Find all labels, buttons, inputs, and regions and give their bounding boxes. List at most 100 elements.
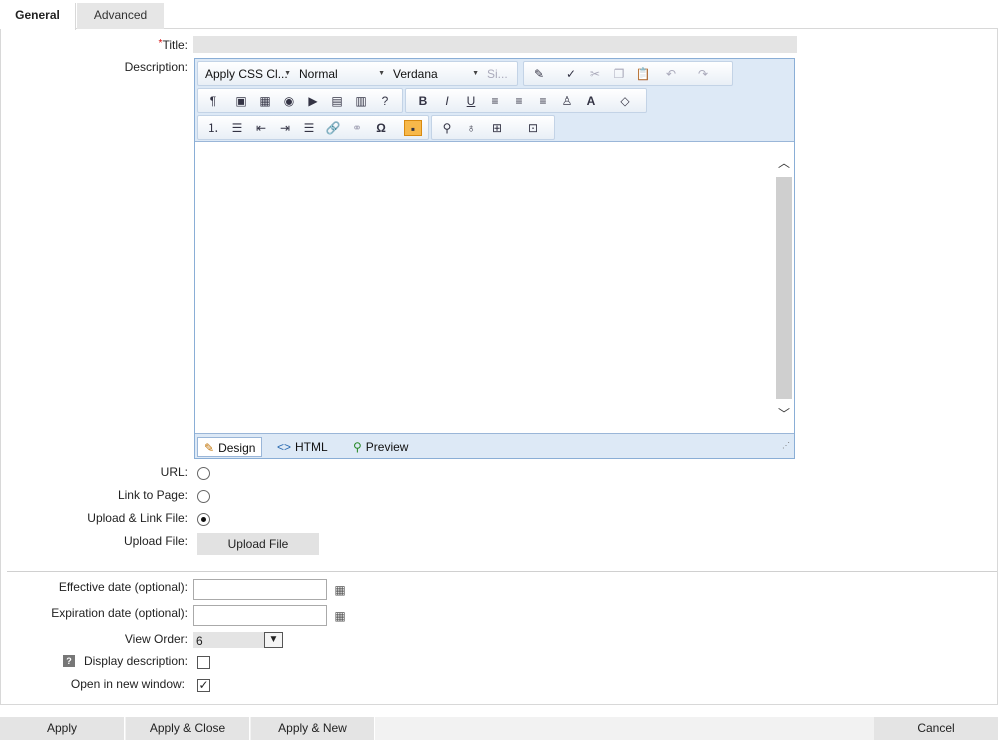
dropdown-arrow-icon: ▼: [284, 70, 291, 77]
upload-file-label: Upload File:: [123, 534, 188, 548]
html-mode-label: HTML: [295, 440, 328, 454]
dropdown-arrow-icon: ▼: [378, 70, 385, 77]
spellcheck-icon[interactable]: ✓: [562, 66, 580, 82]
align-right-icon[interactable]: ≡: [534, 93, 552, 109]
toggle-format-icon[interactable]: ▪: [404, 120, 422, 136]
css-class-dropdown[interactable]: Apply CSS Cl... ▼: [200, 65, 294, 83]
italic-icon[interactable]: I: [438, 93, 456, 109]
table-icon[interactable]: ⊞: [488, 120, 506, 136]
outdent-icon[interactable]: ⇤: [252, 120, 270, 136]
title-input[interactable]: [193, 36, 797, 53]
paste-icon[interactable]: 📋: [634, 66, 652, 82]
format-dropdown-group: Apply CSS Cl... ▼ Normal ▼ Verdana ▼ Si...: [197, 61, 518, 86]
upload-file-button[interactable]: Upload File: [197, 533, 319, 555]
help-icon[interactable]: ?: [376, 93, 394, 109]
calendar-icon[interactable]: ▦: [332, 583, 348, 597]
apply-new-button[interactable]: Apply & New: [251, 717, 375, 740]
format-painter-icon[interactable]: ♙: [558, 93, 576, 109]
justify-icon[interactable]: ☰: [300, 120, 318, 136]
calendar-icon[interactable]: ▦: [332, 609, 348, 623]
document-icon[interactable]: ▤: [328, 93, 346, 109]
link-to-page-radio[interactable]: [197, 490, 210, 503]
toolbar-row-1: Apply CSS Cl... ▼ Normal ▼ Verdana ▼ Si... …: [197, 61, 737, 86]
back-color-icon[interactable]: ◇: [616, 93, 634, 109]
apply-close-button[interactable]: Apply & Close: [126, 717, 250, 740]
paragraph-icon[interactable]: ¶: [204, 93, 222, 109]
editor-scrollbar[interactable]: ︿ ﹀: [776, 152, 792, 426]
design-mode-button[interactable]: ✎ Design: [197, 437, 263, 457]
paragraph-dropdown-label: Normal: [299, 67, 338, 81]
check-icon: ✓: [198, 678, 209, 692]
scroll-up-icon[interactable]: ︿: [776, 155, 792, 171]
scrollbar-thumb[interactable]: [776, 177, 792, 399]
bold-icon[interactable]: B: [414, 93, 432, 109]
view-order-select[interactable]: 6 ▼: [193, 632, 283, 648]
tab-general[interactable]: General: [0, 3, 76, 30]
size-dropdown[interactable]: Si...: [482, 65, 516, 83]
upload-link-radio[interactable]: [197, 513, 210, 526]
format-stripper-icon[interactable]: ✎: [530, 66, 548, 82]
editor-mode-bar: ✎ Design <> HTML ⚲ Preview ⋰: [195, 435, 794, 458]
toolbar-row-2: ¶ ▣ ▦ ◉ ▶ ▤ ▥ ? B I U ≡ ≡ ≡ ♙ A ◇: [197, 88, 657, 113]
text-format-group: B I U ≡ ≡ ≡ ♙ A ◇: [405, 88, 647, 113]
apply-button[interactable]: Apply: [0, 717, 125, 740]
link-to-page-label: Link to Page:: [117, 488, 188, 502]
cut-icon[interactable]: ✂: [586, 66, 604, 82]
template-icon[interactable]: ▥: [352, 93, 370, 109]
hyperlink-icon[interactable]: 🔗: [324, 120, 342, 136]
tab-advanced[interactable]: Advanced: [77, 3, 164, 29]
cancel-button[interactable]: Cancel: [874, 717, 998, 740]
fore-color-icon[interactable]: A: [582, 93, 600, 109]
bullet-list-icon[interactable]: ☰: [228, 120, 246, 136]
effective-date-input[interactable]: [193, 579, 327, 600]
url-label: URL:: [160, 465, 188, 479]
divider: [7, 571, 997, 572]
display-description-label: Display description:: [83, 654, 188, 668]
expiration-date-input[interactable]: [193, 605, 327, 626]
preview-mode-button[interactable]: ⚲ Preview: [353, 437, 408, 457]
url-radio[interactable]: [197, 467, 210, 480]
display-description-checkbox[interactable]: [197, 656, 210, 669]
title-label-text: Title:: [162, 38, 188, 52]
underline-icon[interactable]: U: [462, 93, 480, 109]
chevron-down-icon: ▼: [264, 632, 283, 648]
insert-group: ¶ ▣ ▦ ◉ ▶ ▤ ▥ ?: [197, 88, 403, 113]
copy-icon[interactable]: ❐: [610, 66, 628, 82]
open-new-window-label: Open in new window:: [70, 677, 185, 691]
html-mode-button[interactable]: <> HTML: [277, 437, 328, 457]
find-replace-icon[interactable]: ⚲: [438, 120, 456, 136]
indent-icon[interactable]: ⇥: [276, 120, 294, 136]
table-properties-icon[interactable]: ⊡: [524, 120, 542, 136]
description-label: Description:: [124, 60, 188, 74]
rich-text-editor: Apply CSS Cl... ▼ Normal ▼ Verdana ▼ Si... …: [194, 58, 795, 459]
numbered-list-icon[interactable]: ⒈: [204, 120, 222, 136]
clipboard-group: ✎ ✓ ✂ ❐ 📋 ↶ ↷: [523, 61, 733, 86]
symbol-icon[interactable]: ♁: [462, 120, 480, 136]
view-order-value: 6: [196, 634, 203, 648]
paragraph-dropdown[interactable]: Normal ▼: [294, 65, 388, 83]
list-group: ⒈ ☰ ⇤ ⇥ ☰ 🔗 ⚭ Ω ▪: [197, 115, 429, 140]
css-class-dropdown-label: Apply CSS Cl...: [205, 67, 288, 81]
media-icon[interactable]: ▶: [304, 93, 322, 109]
font-dropdown-label: Verdana: [393, 67, 438, 81]
unlink-icon[interactable]: ⚭: [348, 120, 366, 136]
flash-icon[interactable]: ◉: [280, 93, 298, 109]
special-chars-icon[interactable]: Ω: [372, 120, 390, 136]
code-icon: <>: [277, 440, 292, 454]
scroll-down-icon[interactable]: ﹀: [776, 406, 792, 422]
editor-content-area[interactable]: ︿ ﹀: [195, 141, 794, 434]
image-manager-icon[interactable]: ▣: [232, 93, 250, 109]
resize-grip-icon[interactable]: ⋰: [782, 441, 790, 450]
panel-border: [0, 29, 1, 705]
image-map-icon[interactable]: ▦: [256, 93, 274, 109]
open-new-window-checkbox[interactable]: ✓: [197, 679, 210, 692]
title-label: *Title:: [100, 38, 188, 52]
redo-icon[interactable]: ↷: [694, 66, 712, 82]
font-dropdown[interactable]: Verdana ▼: [388, 65, 482, 83]
size-dropdown-label: Si...: [487, 67, 508, 81]
undo-icon[interactable]: ↶: [662, 66, 680, 82]
upload-link-label: Upload & Link File:: [87, 511, 188, 525]
align-center-icon[interactable]: ≡: [510, 93, 528, 109]
tab-strip: General Advanced: [0, 0, 998, 30]
align-left-icon[interactable]: ≡: [486, 93, 504, 109]
